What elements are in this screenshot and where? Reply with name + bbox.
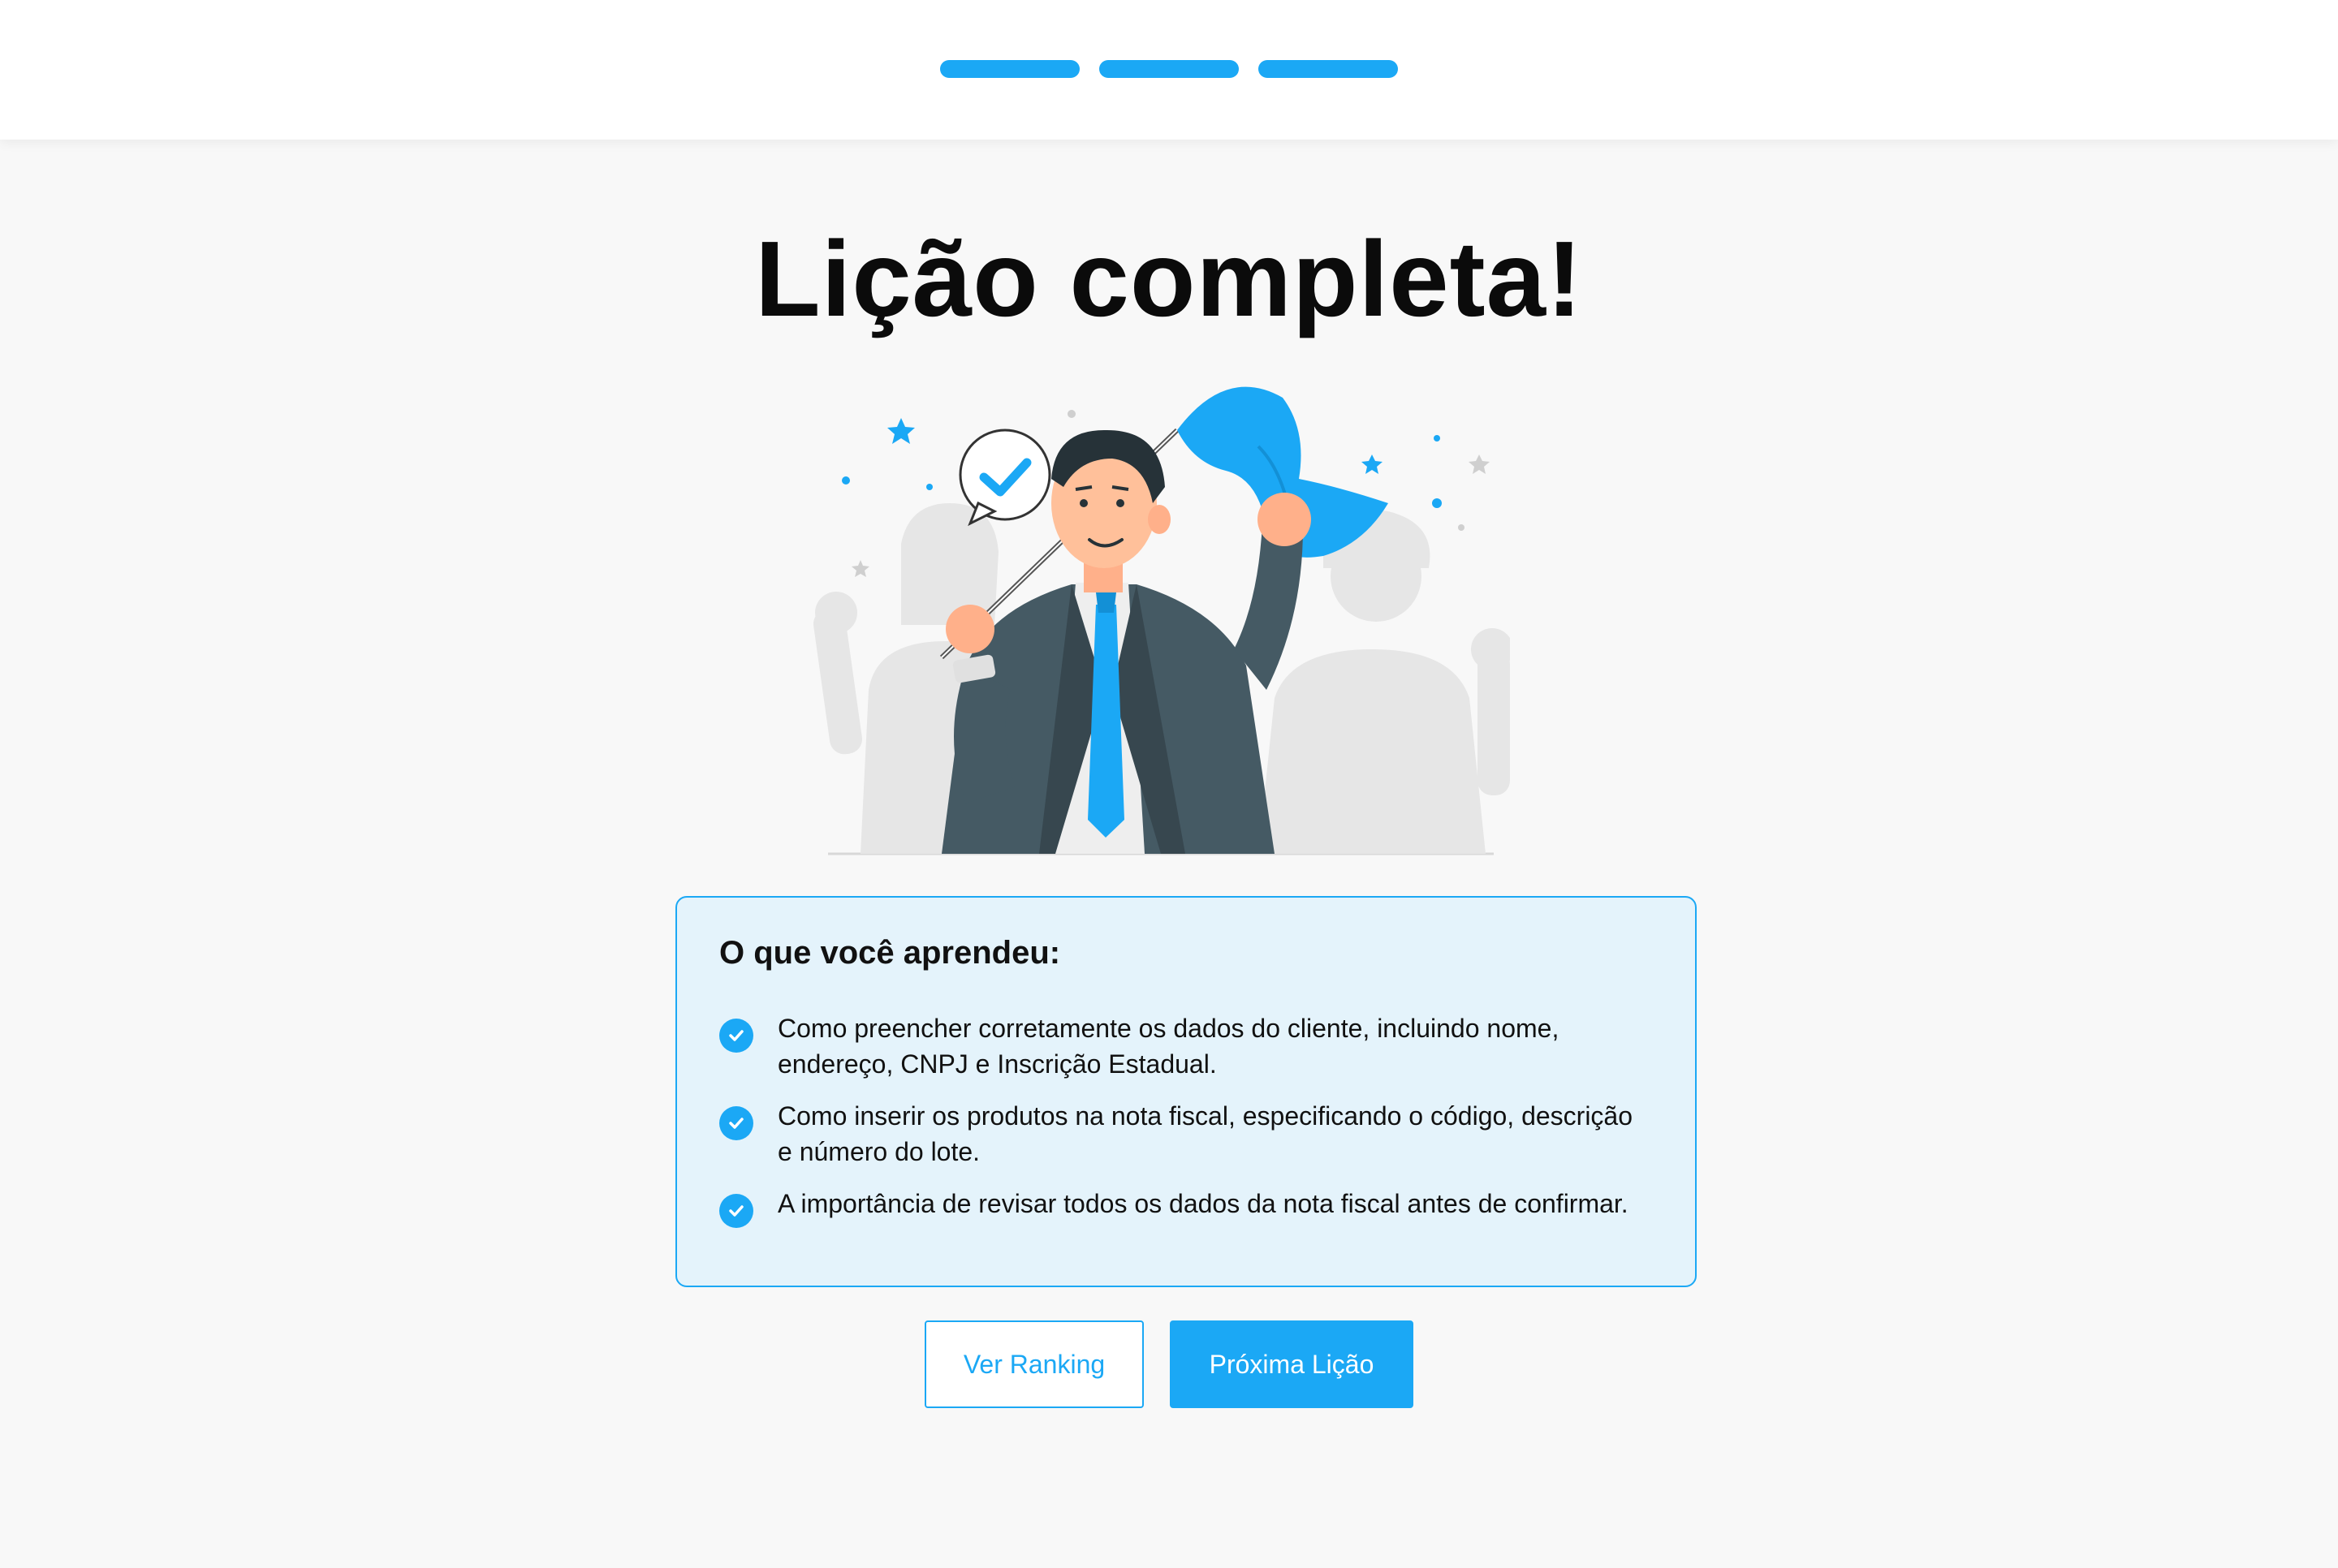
top-header [0,0,2338,140]
page-title: Lição completa! [755,219,1583,338]
learned-item-text: A importância de revisar todos os dados … [778,1189,1628,1218]
learned-summary-title: O que você aprendeu: [719,935,1061,971]
action-buttons: Ver Ranking Próxima Lição [0,1320,2338,1408]
view-ranking-button[interactable]: Ver Ranking [925,1320,1144,1408]
check-circle-icon [719,1106,753,1140]
learned-summary-card: O que você aprendeu: Como preencher corr… [675,896,1697,1287]
learned-item-text: Como preencher corretamente os dados do … [778,1014,1559,1079]
list-item: Como preencher corretamente os dados do … [719,1010,1653,1082]
check-circle-icon [719,1194,753,1228]
learned-list: Como preencher corretamente os dados do … [719,1010,1653,1228]
businessman-flag-illustration [813,386,1513,855]
list-item: A importância de revisar todos os dados … [719,1186,1653,1228]
progress-segment-3 [1258,60,1398,78]
celebration-illustration [804,381,1513,862]
next-lesson-button[interactable]: Próxima Lição [1170,1320,1413,1408]
lesson-progress-bar [0,60,2338,78]
learned-item-text: Como inserir os produtos na nota fiscal,… [778,1101,1633,1166]
progress-segment-2 [1099,60,1239,78]
progress-segment-1 [940,60,1080,78]
check-circle-icon [719,1019,753,1053]
list-item: Como inserir os produtos na nota fiscal,… [719,1098,1653,1170]
